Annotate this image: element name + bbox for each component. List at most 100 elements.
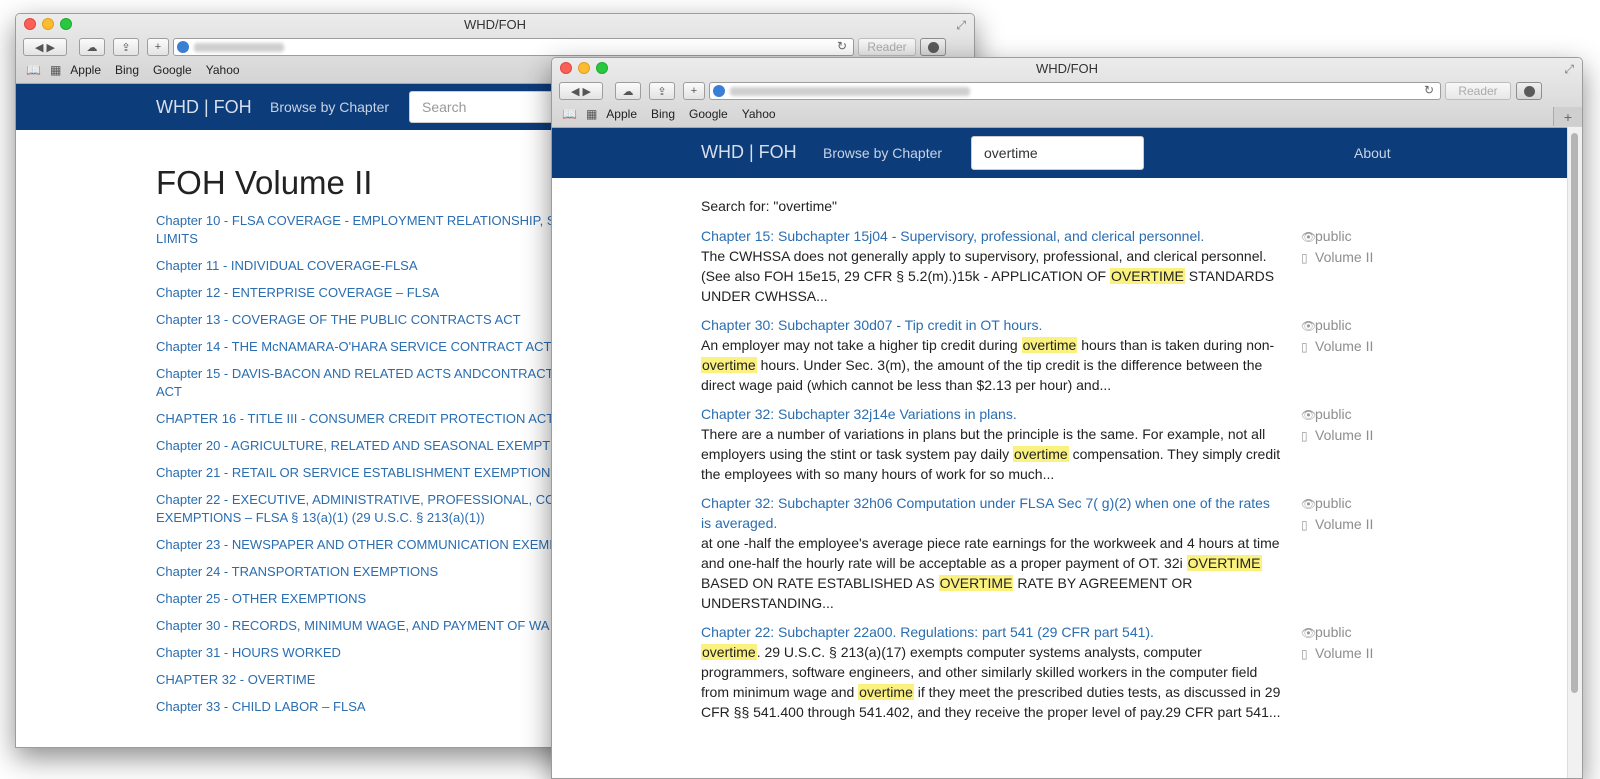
search-result: Chapter 15: Subchapter 15j04 - Superviso… [701, 226, 1373, 306]
add-bookmark-button[interactable]: + [147, 38, 169, 56]
search-result: Chapter 22: Subchapter 22a00. Regulation… [701, 622, 1373, 722]
result-meta: 👁public ▯ Volume II [1301, 315, 1421, 357]
volume-row: ▯ Volume II [1301, 425, 1421, 446]
document-icon: ▯ [1301, 518, 1308, 532]
reader-button[interactable]: Reader [1445, 82, 1511, 100]
result-snippet: overtime. 29 U.S.C. § 213(a)(17) exempts… [701, 642, 1281, 722]
result-meta: 👁public ▯ Volume II [1301, 493, 1421, 535]
visibility-label: public [1315, 406, 1352, 422]
volume-label: Volume II [1315, 516, 1374, 532]
share-button[interactable]: ⇪ [649, 82, 675, 100]
download-icon [927, 41, 939, 53]
result-title-link[interactable]: Chapter 32: Subchapter 32j14e Variations… [701, 404, 1281, 424]
bookmark-google[interactable]: Google [153, 63, 192, 77]
reload-icon[interactable]: ↻ [837, 39, 847, 53]
search-result: Chapter 32: Subchapter 32j14e Variations… [701, 404, 1373, 484]
icloud-tabs-button[interactable]: ☁ [79, 38, 105, 56]
bookmarks-bar: 📖 ▦ Apple Bing Google Yahoo [552, 104, 1582, 124]
document-icon: ▯ [1301, 429, 1308, 443]
browse-by-chapter-link[interactable]: Browse by Chapter [270, 99, 389, 115]
snippet-text: hours. Under Sec. 3(m), the amount of th… [701, 357, 1263, 393]
result-snippet: An employer may not take a higher tip cr… [701, 335, 1281, 395]
window-title: WHD/FOH [463, 17, 527, 32]
search-highlight: overtime [701, 357, 757, 373]
result-title-link[interactable]: Chapter 15: Subchapter 15j04 - Superviso… [701, 226, 1281, 246]
bookmark-google[interactable]: Google [689, 107, 728, 121]
search-query-heading: Search for: "overtime" [701, 198, 837, 214]
volume-label: Volume II [1315, 427, 1374, 443]
new-tab-button[interactable]: + [1553, 107, 1582, 126]
search-result: Chapter 30: Subchapter 30d07 - Tip credi… [701, 315, 1373, 395]
visibility-row: 👁public [1301, 226, 1421, 247]
downloads-button[interactable] [920, 38, 946, 56]
window-title: WHD/FOH [1035, 61, 1099, 76]
fullscreen-icon[interactable]: ⤢ [956, 18, 966, 33]
url-text-blurred [194, 43, 284, 52]
share-button[interactable]: ⇪ [113, 38, 139, 56]
result-title-link[interactable]: Chapter 32: Subchapter 32h06 Computation… [701, 493, 1281, 533]
eye-icon: 👁 [1301, 626, 1317, 640]
back-forward-buttons[interactable]: ◀ ▶ [559, 82, 603, 100]
url-text-blurred [730, 87, 970, 96]
volume-row: ▯ Volume II [1301, 514, 1421, 535]
search-highlight: OVERTIME [938, 575, 1014, 591]
search-input[interactable]: overtime [971, 136, 1144, 170]
site-navbar: WHD | FOH Browse by Chapter overtime Abo… [552, 128, 1582, 178]
volume-row: ▯ Volume II [1301, 336, 1421, 357]
about-link[interactable]: About [1354, 145, 1391, 161]
result-title-link[interactable]: Chapter 30: Subchapter 30d07 - Tip credi… [701, 315, 1281, 335]
reload-icon[interactable]: ↻ [1424, 83, 1434, 97]
globe-icon [713, 85, 725, 97]
reading-list-icon[interactable]: 📖 [26, 63, 41, 77]
snippet-text: hours than is taken during non- [1077, 337, 1275, 353]
document-icon: ▯ [1301, 340, 1308, 354]
scrollbar[interactable] [1567, 127, 1582, 778]
search-highlight: overtime [1013, 446, 1069, 462]
search-highlight: OVERTIME [1186, 555, 1262, 571]
result-meta: 👁public ▯ Volume II [1301, 404, 1421, 446]
eye-icon: 👁 [1301, 319, 1317, 333]
result-snippet: at one -half the employee's average piec… [701, 533, 1281, 613]
fullscreen-icon[interactable]: ⤢ [1564, 62, 1574, 77]
document-icon: ▯ [1301, 251, 1308, 265]
result-meta: 👁public ▯ Volume II [1301, 622, 1421, 664]
address-bar[interactable]: ↻ [709, 82, 1441, 100]
reader-button[interactable]: Reader [858, 38, 916, 56]
bookmark-yahoo[interactable]: Yahoo [206, 63, 240, 77]
downloads-button[interactable] [1516, 82, 1542, 100]
bookmark-bing[interactable]: Bing [651, 107, 675, 121]
reading-list-icon[interactable]: 📖 [562, 107, 577, 121]
site-brand[interactable]: WHD | FOH [701, 142, 797, 163]
bookmark-bing[interactable]: Bing [115, 63, 139, 77]
eye-icon: 👁 [1301, 497, 1317, 511]
back-forward-buttons[interactable]: ◀ ▶ [23, 38, 67, 56]
volume-label: Volume II [1315, 338, 1374, 354]
visibility-label: public [1315, 228, 1352, 244]
search-result: Chapter 32: Subchapter 32h06 Computation… [701, 493, 1373, 613]
title-bar: WHD/FOH ⤢ [16, 14, 974, 36]
top-sites-icon[interactable]: ▦ [586, 107, 597, 121]
visibility-label: public [1315, 624, 1352, 640]
browse-by-chapter-link[interactable]: Browse by Chapter [823, 145, 942, 161]
visibility-label: public [1315, 495, 1352, 511]
document-icon: ▯ [1301, 647, 1308, 661]
icloud-tabs-button[interactable]: ☁ [615, 82, 641, 100]
site-brand[interactable]: WHD | FOH [156, 97, 252, 118]
address-bar[interactable]: ↻ [173, 38, 854, 56]
search-highlight: overtime [858, 684, 914, 700]
title-bar: WHD/FOH ⤢ [552, 58, 1582, 80]
eye-icon: 👁 [1301, 230, 1317, 244]
volume-label: Volume II [1315, 645, 1374, 661]
bookmark-apple[interactable]: Apple [606, 107, 637, 121]
bookmark-yahoo[interactable]: Yahoo [742, 107, 776, 121]
eye-icon: 👁 [1301, 408, 1317, 422]
add-bookmark-button[interactable]: + [683, 82, 705, 100]
top-sites-icon[interactable]: ▦ [50, 63, 61, 77]
scrollbar-thumb[interactable] [1571, 133, 1578, 693]
visibility-row: 👁public [1301, 622, 1421, 643]
result-title-link[interactable]: Chapter 22: Subchapter 22a00. Regulation… [701, 622, 1281, 642]
search-highlight: overtime [701, 644, 757, 660]
bookmark-apple[interactable]: Apple [70, 63, 101, 77]
browser-window-front: WHD/FOH ⤢ ◀ ▶ ☁ ⇪ + ↻ Reader 📖 ▦ Apple B… [551, 57, 1583, 779]
results-list: Chapter 15: Subchapter 15j04 - Superviso… [701, 226, 1373, 722]
